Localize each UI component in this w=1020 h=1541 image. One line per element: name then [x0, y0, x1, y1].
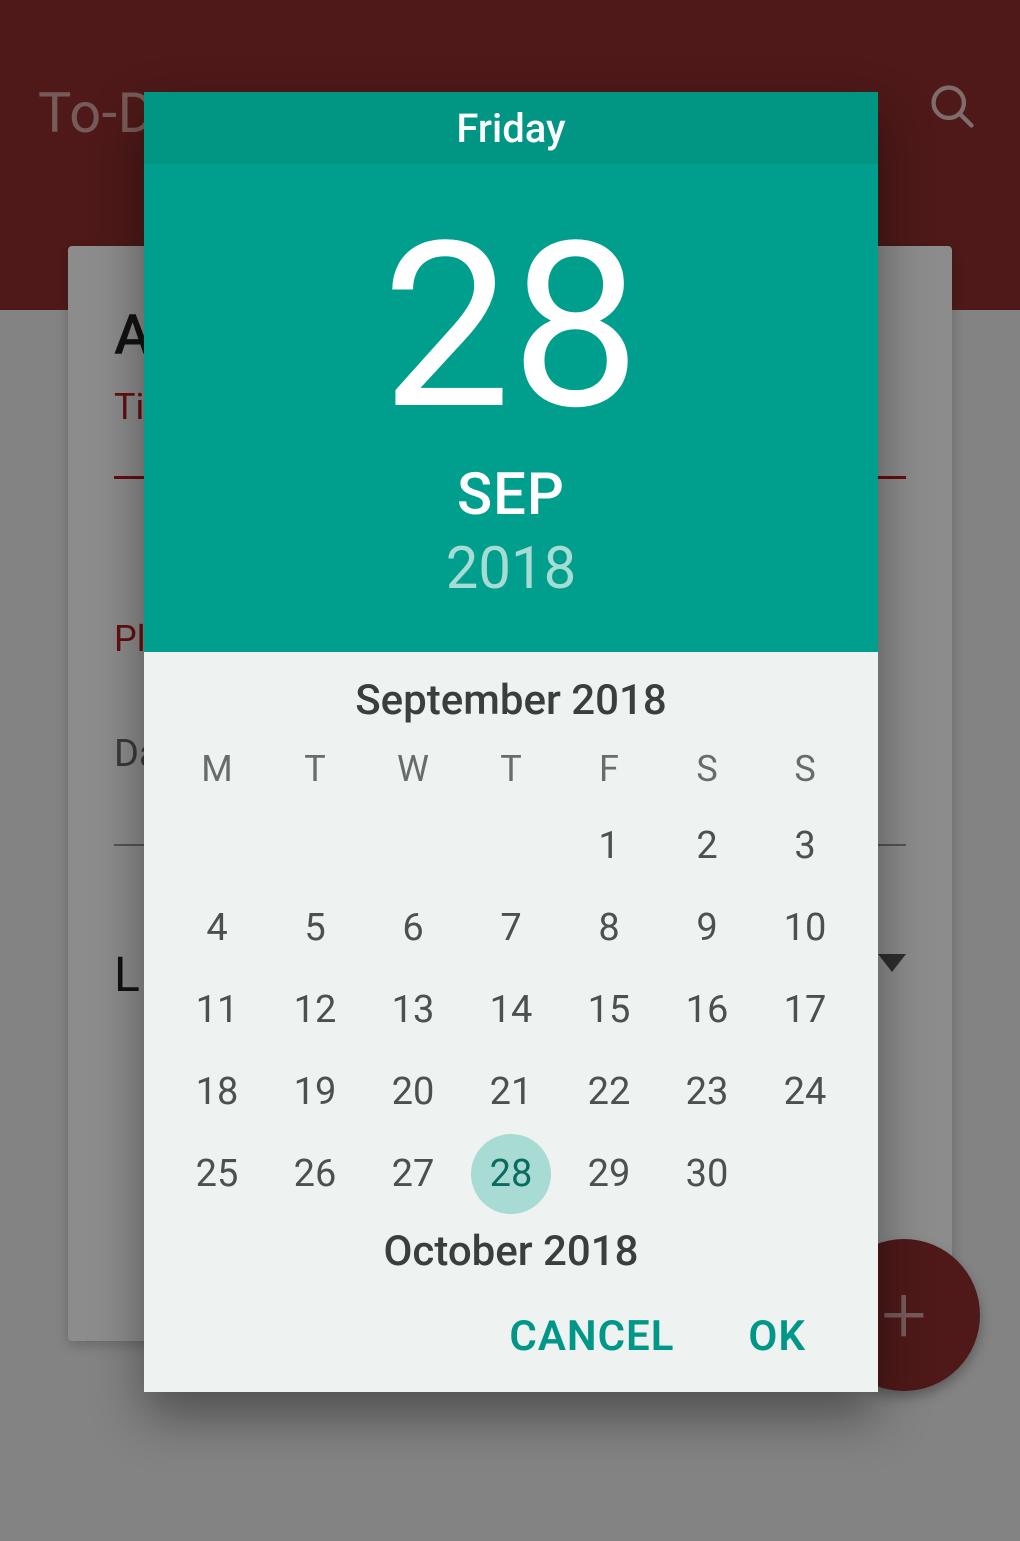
calendar-day[interactable]: 2 — [667, 806, 747, 886]
calendar: September 2018 MTWTFSS 12345678910111213… — [144, 652, 878, 1284]
calendar-weekday-header: F — [560, 733, 658, 805]
calendar-day[interactable]: 5 — [275, 888, 355, 968]
calendar-day[interactable]: 28 — [471, 1134, 551, 1214]
calendar-month-title: September 2018 — [168, 652, 854, 733]
date-picker-year[interactable]: 2018 — [446, 535, 576, 603]
calendar-weekday-header: S — [658, 733, 756, 805]
calendar-day[interactable]: 26 — [275, 1134, 355, 1214]
calendar-day[interactable]: 22 — [569, 1052, 649, 1132]
calendar-weekday-header: S — [756, 733, 854, 805]
calendar-day[interactable]: 9 — [667, 888, 747, 968]
calendar-day[interactable]: 19 — [275, 1052, 355, 1132]
calendar-day[interactable]: 6 — [373, 888, 453, 968]
date-picker-header[interactable]: 28 SEP 2018 — [144, 164, 878, 652]
calendar-day[interactable]: 3 — [765, 806, 845, 886]
ok-button[interactable]: OK — [748, 1312, 806, 1361]
cancel-button[interactable]: CANCEL — [509, 1312, 674, 1361]
calendar-weekday-header: W — [364, 733, 462, 805]
date-picker-dialog: Friday 28 SEP 2018 September 2018 MTWTFS… — [144, 92, 878, 1392]
calendar-day[interactable]: 17 — [765, 970, 845, 1050]
calendar-weekday-header: T — [462, 733, 560, 805]
calendar-next-month-title: October 2018 — [168, 1215, 854, 1284]
calendar-day[interactable]: 13 — [373, 970, 453, 1050]
calendar-day[interactable]: 29 — [569, 1134, 649, 1214]
calendar-day[interactable]: 7 — [471, 888, 551, 968]
calendar-day[interactable]: 20 — [373, 1052, 453, 1132]
calendar-day[interactable]: 30 — [667, 1134, 747, 1214]
calendar-day[interactable]: 8 — [569, 888, 649, 968]
calendar-day[interactable]: 4 — [177, 888, 257, 968]
calendar-day[interactable]: 21 — [471, 1052, 551, 1132]
date-picker-weekday: Friday — [456, 105, 565, 152]
calendar-day[interactable]: 12 — [275, 970, 355, 1050]
calendar-day[interactable]: 15 — [569, 970, 649, 1050]
date-picker-weekday-bar: Friday — [144, 92, 878, 164]
calendar-day[interactable]: 10 — [765, 888, 845, 968]
calendar-day[interactable]: 14 — [471, 970, 551, 1050]
calendar-grid: MTWTFSS 12345678910111213141516171819202… — [168, 733, 854, 1215]
calendar-weekday-header: T — [266, 733, 364, 805]
calendar-day[interactable]: 1 — [569, 806, 649, 886]
date-picker-day: 28 — [382, 213, 641, 443]
calendar-day[interactable]: 11 — [177, 970, 257, 1050]
status-bar — [0, 0, 1020, 12]
calendar-day[interactable]: 25 — [177, 1134, 257, 1214]
calendar-day[interactable]: 27 — [373, 1134, 453, 1214]
calendar-day[interactable]: 23 — [667, 1052, 747, 1132]
date-picker-month: SEP — [457, 461, 565, 529]
calendar-day[interactable]: 16 — [667, 970, 747, 1050]
dialog-actions: CANCEL OK — [144, 1280, 878, 1392]
calendar-day[interactable]: 24 — [765, 1052, 845, 1132]
calendar-weekday-header: M — [168, 733, 266, 805]
calendar-day[interactable]: 18 — [177, 1052, 257, 1132]
